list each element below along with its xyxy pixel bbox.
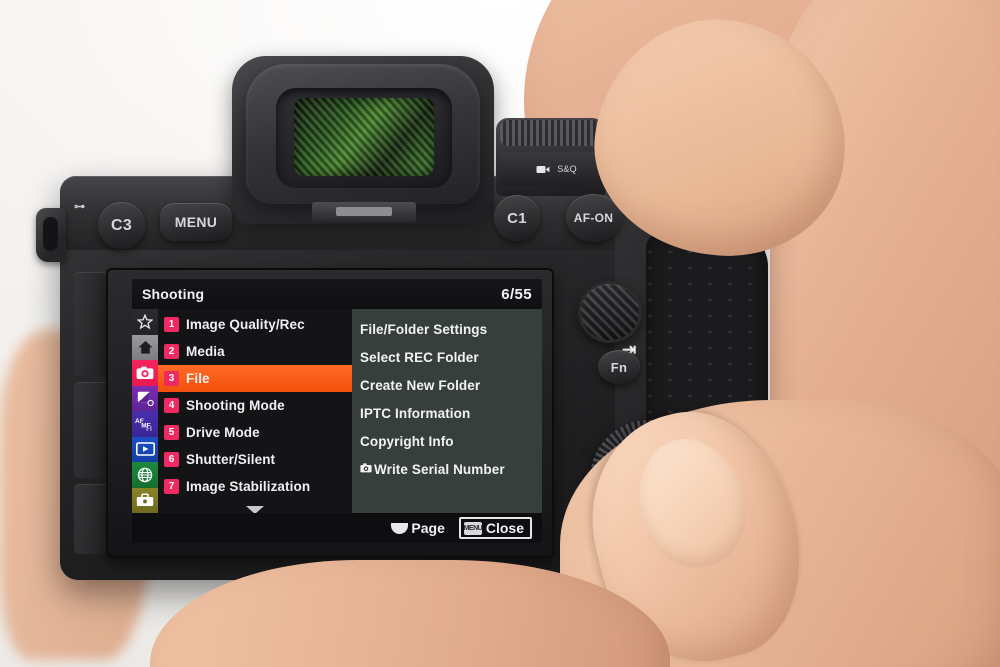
lock-icon: ⊶	[74, 201, 85, 213]
item-label: Media	[186, 344, 225, 359]
item-number: 5	[164, 425, 179, 440]
af-mf-icon: AFMF[·]	[135, 418, 152, 431]
item-number: 6	[164, 452, 179, 467]
list-item[interactable]: 5 Drive Mode	[158, 419, 352, 446]
mode-dial-knurl	[500, 120, 600, 146]
item-number: 7	[164, 479, 179, 494]
item-label: File	[186, 371, 210, 386]
list-item-selected[interactable]: 3 File	[158, 365, 352, 392]
sidebar-item-main-menu[interactable]	[132, 334, 158, 360]
page-title: Shooting	[142, 286, 205, 302]
list-item[interactable]: 7 Image Stabilization	[158, 473, 352, 500]
menu-body: AF MF [·] 1 Image Quality/Rec 2 Media 3 …	[132, 309, 542, 514]
sidebar-item-playback[interactable]	[132, 436, 158, 462]
menu-footer: Page MENU Close	[132, 513, 542, 543]
viewfinder-base	[312, 202, 416, 222]
sidebar-item-shooting[interactable]	[132, 360, 158, 386]
item-label: Select REC Folder	[360, 349, 479, 365]
globe-icon	[137, 467, 153, 482]
list-item[interactable]: 6 Shutter/Silent	[158, 446, 352, 473]
playback-icon	[135, 442, 155, 457]
screenshot-root: still-icon S&Q ⊶ C3 MENU C1 AF-ON ⊕ ▣ AE…	[0, 0, 1000, 667]
movie-mode-icon	[536, 165, 550, 174]
home-icon	[138, 340, 152, 354]
camera-icon	[136, 366, 154, 379]
item-number: 2	[164, 344, 179, 359]
item-label: IPTC Information	[360, 405, 471, 421]
menu-header: Shooting 6/55	[132, 279, 542, 309]
item-label: Create New Folder	[360, 377, 481, 393]
page-indicator: 6/55	[501, 285, 532, 303]
close-button[interactable]: MENU Close	[458, 517, 532, 539]
list-item[interactable]: 4 Shooting Mode	[158, 392, 352, 419]
mode-dial-face: still-icon S&Q	[500, 152, 604, 186]
item-label: Shooting Mode	[186, 398, 285, 413]
sidebar-item-setup[interactable]	[132, 487, 158, 513]
c1-button[interactable]: C1	[494, 195, 540, 241]
toolbox-icon	[136, 493, 154, 507]
menu-tab-rail: AF MF [·]	[132, 309, 158, 513]
item-label: File/Folder Settings	[360, 321, 488, 337]
item-label: Drive Mode	[186, 425, 260, 440]
item-label: Copyright Info	[360, 433, 454, 449]
sidebar-item-network[interactable]	[132, 462, 158, 488]
item-number: 4	[164, 398, 179, 413]
svg-text:[·]: [·]	[147, 427, 152, 431]
menu-right-list: File/Folder Settings Select REC Folder C…	[352, 309, 542, 513]
sq-mode-label: S&Q	[557, 163, 577, 174]
item-number: 3	[164, 371, 179, 386]
item-label: Write Serial Number	[374, 461, 505, 477]
menu-left-list: 1 Image Quality/Rec 2 Media 3 File 4 Sho…	[158, 309, 352, 514]
still-image-icon	[360, 462, 372, 476]
item-number: 1	[164, 317, 179, 332]
item-label: Shutter/Silent	[186, 452, 276, 467]
list-item[interactable]: Write Serial Number	[360, 455, 542, 483]
list-item[interactable]: Create New Folder	[360, 371, 542, 399]
list-item[interactable]: Select REC Folder	[360, 343, 542, 371]
menu-button-icon: MENU	[464, 521, 483, 535]
exposure-color-icon	[137, 391, 154, 406]
page-control[interactable]: Page	[391, 520, 445, 536]
control-wheel-icon	[391, 522, 409, 534]
multi-selector-joystick[interactable]	[578, 281, 642, 343]
list-item[interactable]: 1 Image Quality/Rec	[158, 311, 352, 338]
list-item[interactable]: Copyright Info	[360, 427, 542, 455]
strap-lug	[36, 208, 66, 262]
menu-button[interactable]: MENU	[160, 203, 232, 241]
star-icon	[137, 313, 153, 330]
close-label: Close	[485, 520, 524, 536]
evf-glass	[294, 98, 434, 176]
list-item[interactable]: 2 Media	[158, 338, 352, 365]
sidebar-item-my-menu[interactable]	[132, 309, 158, 335]
item-label: Image Stabilization	[186, 479, 311, 494]
lcd-screen[interactable]: Shooting 6/55 AF MF [·] 1 Image Quality/…	[132, 279, 542, 543]
sidebar-item-focus[interactable]: AF MF [·]	[132, 411, 158, 437]
list-item[interactable]: IPTC Information	[360, 399, 542, 427]
item-label: Image Quality/Rec	[186, 317, 305, 332]
fn-button[interactable]: Fn	[598, 350, 640, 384]
c3-button[interactable]: C3	[98, 202, 145, 249]
list-item[interactable]: File/Folder Settings	[360, 315, 542, 343]
sidebar-item-exposure-color[interactable]	[132, 385, 158, 411]
page-label: Page	[411, 520, 445, 536]
